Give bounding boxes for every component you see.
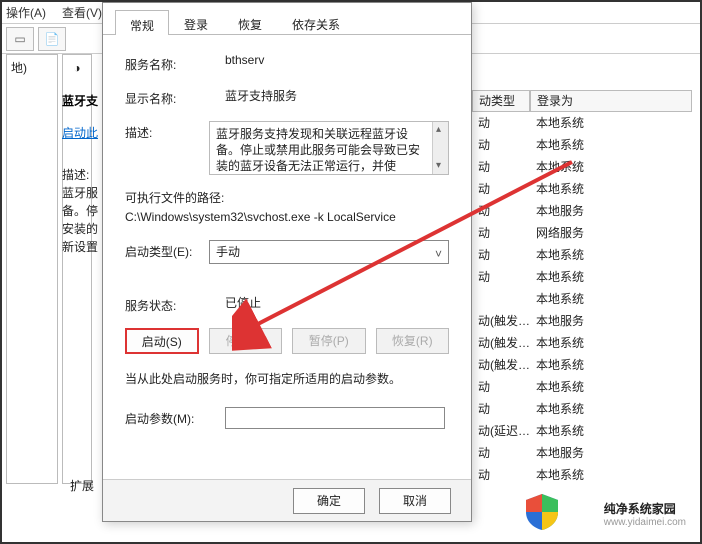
shield-icon <box>524 492 560 532</box>
resume-button: 恢复(R) <box>376 328 449 354</box>
start-button[interactable]: 启动(S) <box>125 328 199 354</box>
tab-deps[interactable]: 依存关系 <box>277 9 355 34</box>
table-row[interactable]: 动本地系统 <box>472 134 692 156</box>
col-starttype[interactable]: 动类型 <box>472 90 530 112</box>
pause-button: 暂停(P) <box>292 328 365 354</box>
cancel-button[interactable]: 取消 <box>379 488 451 514</box>
hint-text: 当从此处启动服务时，你可指定所适用的启动参数。 <box>125 370 449 387</box>
table-row[interactable]: 动(触发…本地系统 <box>472 332 692 354</box>
startup-type-select[interactable]: 手动 <box>209 240 449 264</box>
extended-tab[interactable]: 扩展 <box>70 477 94 494</box>
val-service-name: bthserv <box>225 53 449 73</box>
tab-recovery[interactable]: 恢复 <box>223 9 277 34</box>
table-row[interactable]: 动本地系统 <box>472 244 692 266</box>
grid-rows: 动本地系统动本地系统动本地系统动本地系统动本地服务动网络服务动本地系统动本地系统… <box>472 112 692 486</box>
grid-header: 动类型 登录为 <box>472 90 692 112</box>
side-info: 蓝牙支 启动此 描述: 蓝牙服 备。停 安装的 新设置 <box>62 92 98 256</box>
tree-pane: 地) <box>6 54 58 484</box>
lbl-service-state: 服务状态: <box>125 294 225 314</box>
table-row[interactable]: 动网络服务 <box>472 222 692 244</box>
menu-view[interactable]: 查看(V) <box>62 4 102 21</box>
table-row[interactable]: 动本地服务 <box>472 200 692 222</box>
lbl-service-name: 服务名称: <box>125 53 225 73</box>
lbl-start-params: 启动参数(M): <box>125 407 225 429</box>
val-display-name: 蓝牙支持服务 <box>225 87 449 107</box>
table-row[interactable]: 动(延迟…本地系统 <box>472 420 692 442</box>
ok-button[interactable]: 确定 <box>293 488 365 514</box>
side-start-link[interactable]: 启动此 <box>62 124 98 142</box>
lbl-startup-type: 启动类型(E): <box>125 240 209 264</box>
brand-mark: 纯净系统家园 www.yidaimei.com <box>604 500 686 528</box>
table-row[interactable]: 动本地服务 <box>472 442 692 464</box>
toolbar-btn-1[interactable]: ▭ <box>6 27 34 51</box>
tab-general[interactable]: 常规 <box>115 10 169 35</box>
lbl-display-name: 显示名称: <box>125 87 225 107</box>
val-service-state: 已停止 <box>225 294 449 314</box>
service-grid: 动类型 登录为 动本地系统动本地系统动本地系统动本地系统动本地服务动网络服务动本… <box>472 90 692 512</box>
start-params-input[interactable] <box>225 407 445 429</box>
table-row[interactable]: 动(触发…本地系统 <box>472 354 692 376</box>
table-row[interactable]: 动(触发…本地服务 <box>472 310 692 332</box>
table-row[interactable]: 动本地系统 <box>472 464 692 486</box>
toolbar-btn-2[interactable]: 📄 <box>38 27 66 51</box>
scrollbar[interactable] <box>432 122 448 174</box>
col-logon[interactable]: 登录为 <box>530 90 692 112</box>
side-title: 蓝牙支 <box>62 92 98 110</box>
table-row[interactable]: 动本地系统 <box>472 156 692 178</box>
side-desc: 描述: 蓝牙服 备。停 安装的 新设置 <box>62 166 98 256</box>
table-row[interactable]: 动本地系统 <box>472 398 692 420</box>
table-row[interactable]: 本地系统 <box>472 288 692 310</box>
lbl-exe-path: 可执行文件的路径: <box>125 189 449 206</box>
table-row[interactable]: 动本地系统 <box>472 112 692 134</box>
search-icon[interactable]: ◑ <box>73 61 80 75</box>
tab-strip: 常规 登录 恢复 依存关系 <box>103 3 471 35</box>
stop-button: 停止(T) <box>209 328 282 354</box>
val-exe-path: C:\Windows\system32\svchost.exe -k Local… <box>125 210 449 224</box>
table-row[interactable]: 动本地系统 <box>472 178 692 200</box>
lbl-description: 描述: <box>125 121 209 175</box>
dialog-footer: 确定 取消 <box>103 479 471 521</box>
table-row[interactable]: 动本地系统 <box>472 376 692 398</box>
service-properties-dialog: 常规 登录 恢复 依存关系 服务名称:bthserv 显示名称:蓝牙支持服务 描… <box>102 2 472 522</box>
tab-logon[interactable]: 登录 <box>169 9 223 34</box>
tree-node[interactable]: 地) <box>11 61 27 75</box>
menu-op[interactable]: 操作(A) <box>6 4 46 21</box>
table-row[interactable]: 动本地系统 <box>472 266 692 288</box>
description-box: 蓝牙服务支持发现和关联远程蓝牙设备。停止或禁用此服务可能会导致已安装的蓝牙设备无… <box>209 121 449 175</box>
